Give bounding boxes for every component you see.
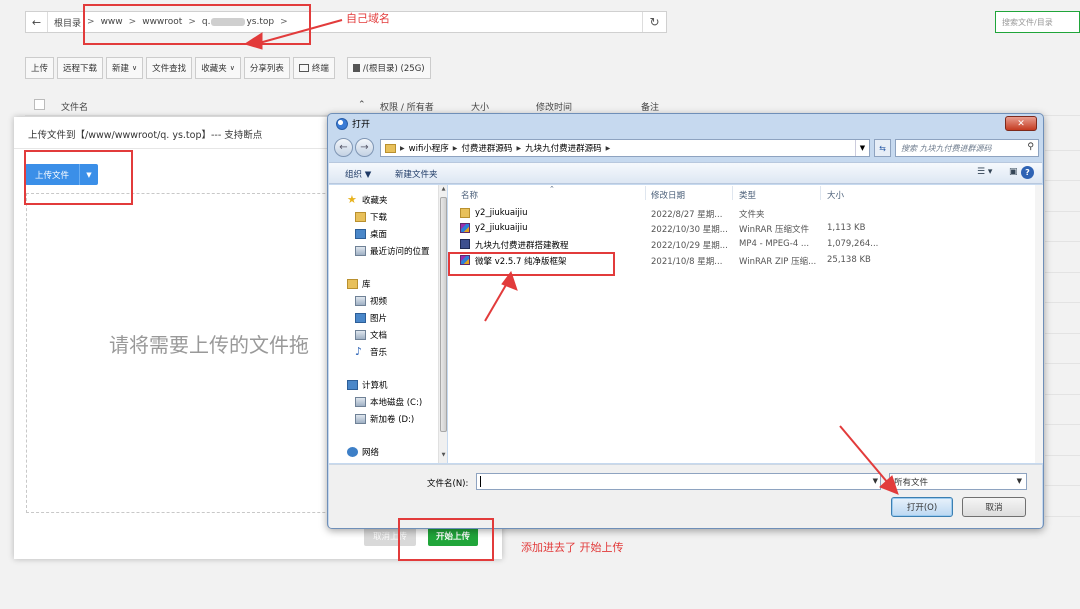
arrow-to-open-button	[839, 425, 894, 490]
annotation-arrows	[243, 19, 899, 495]
arrowhead	[243, 32, 263, 50]
arrowhead	[879, 475, 899, 495]
arrow-to-domain	[251, 19, 343, 46]
